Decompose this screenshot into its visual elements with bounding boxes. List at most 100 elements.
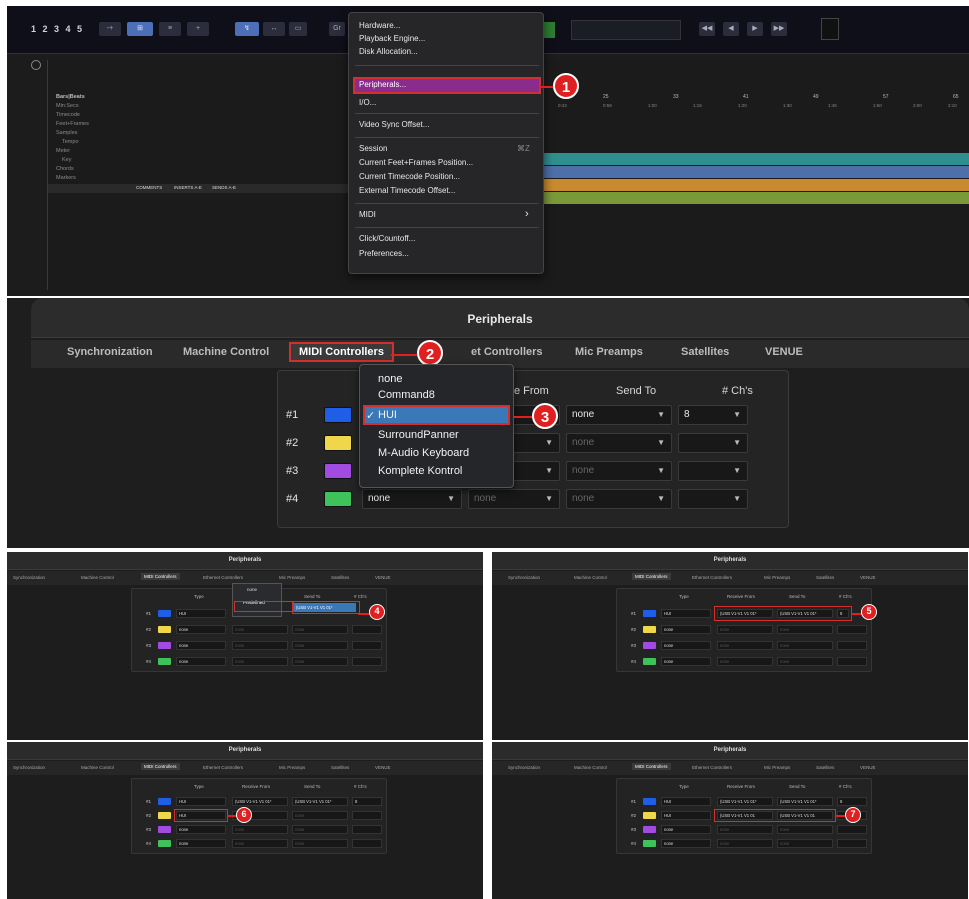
tab-machine-control[interactable]: Machine Control xyxy=(574,575,607,580)
record-indicator[interactable] xyxy=(31,60,41,70)
type-select[interactable]: HUI xyxy=(661,811,711,820)
receive-from-select[interactable]: none xyxy=(232,825,288,834)
menu-item-midi[interactable]: MIDI xyxy=(359,210,376,219)
fast-forward-button[interactable]: ▶▶ xyxy=(771,22,787,36)
send-to-select[interactable]: none xyxy=(292,641,348,650)
dropdown-item-none[interactable]: none xyxy=(378,373,402,385)
receive-from-select[interactable]: none xyxy=(717,657,773,666)
tool-button[interactable]: + xyxy=(187,22,209,36)
send-to-select[interactable]: none ▼ xyxy=(566,433,672,453)
channels-select[interactable] xyxy=(837,625,867,634)
rewind-button[interactable]: ◀◀ xyxy=(699,22,715,36)
grid-button[interactable]: Gr xyxy=(329,22,345,36)
pencil-tool-button[interactable]: ▭ xyxy=(289,22,307,36)
tab-synchronization[interactable]: Synchronization xyxy=(508,575,540,580)
channels-select[interactable]: 8 xyxy=(352,797,382,806)
receive-from-select[interactable]: none xyxy=(232,625,288,634)
receive-from-select[interactable]: none xyxy=(717,825,773,834)
tab-ethernet-controllers[interactable]: et Controllers xyxy=(471,346,543,358)
type-select[interactable]: none ▼ xyxy=(362,489,462,509)
menu-item-timecode-position[interactable]: Current Timecode Position... xyxy=(359,172,460,181)
menu-item-hardware[interactable]: Hardware... xyxy=(359,21,400,30)
menu-item-feet-frames[interactable]: Current Feet+Frames Position... xyxy=(359,158,473,167)
send-to-select[interactable]: none xyxy=(292,811,348,820)
dropdown-item-surroundpanner[interactable]: SurroundPanner xyxy=(378,429,459,441)
receive-from-select[interactable]: none xyxy=(717,625,773,634)
dropdown-item-none[interactable]: none xyxy=(247,587,257,592)
receive-from-select[interactable]: none ▼ xyxy=(468,489,560,509)
channels-select[interactable] xyxy=(837,641,867,650)
send-to-select[interactable]: none xyxy=(777,825,833,834)
menu-item-playback-engine[interactable]: Playback Engine... xyxy=(359,34,425,43)
tab-mic-preamps[interactable]: Mic Preamps xyxy=(279,575,305,580)
send-to-select[interactable]: (USB V1-V1 V1 01* xyxy=(292,797,348,806)
channels-select[interactable] xyxy=(352,657,382,666)
send-to-select[interactable]: none xyxy=(292,839,348,848)
channels-select[interactable]: 8 xyxy=(837,797,867,806)
tab-ethernet-controllers[interactable]: Ethernet Controllers xyxy=(692,575,732,580)
type-select[interactable]: none xyxy=(661,625,711,634)
tab-midi-controllers[interactable]: MIDI Controllers xyxy=(141,763,180,770)
tab-synchronization[interactable]: Synchronization xyxy=(13,575,45,580)
tab-venue[interactable]: VENUE xyxy=(765,346,803,358)
tab-satellites[interactable]: Satellites xyxy=(816,575,834,580)
receive-from-select[interactable]: none xyxy=(717,641,773,650)
comments-column[interactable]: COMMENTS xyxy=(136,185,162,190)
send-to-select[interactable]: none ▼ xyxy=(566,461,672,481)
channels-select[interactable] xyxy=(837,839,867,848)
type-select[interactable]: none xyxy=(176,657,226,666)
receive-from-select[interactable]: (USB V1-V1 V1 01* xyxy=(232,797,288,806)
menu-item-disk-allocation[interactable]: Disk Allocation... xyxy=(359,47,418,56)
type-select[interactable]: HUI xyxy=(661,797,711,806)
tab-midi-controllers[interactable]: MIDI Controllers xyxy=(632,573,671,580)
dropdown-item-hui[interactable]: HUI xyxy=(378,409,397,421)
channels-select[interactable]: 8 ▼ xyxy=(678,405,748,425)
tab-ethernet-controllers[interactable]: Ethernet Controllers xyxy=(203,575,243,580)
tab-synchronization[interactable]: Synchronization xyxy=(13,765,45,770)
send-to-select[interactable]: none xyxy=(292,825,348,834)
type-select[interactable]: none xyxy=(661,641,711,650)
menu-item-io[interactable]: I/O... xyxy=(359,98,376,107)
menu-item-external-timecode[interactable]: External Timecode Offset... xyxy=(359,186,455,195)
send-to-select[interactable]: none xyxy=(777,657,833,666)
type-select[interactable]: none xyxy=(176,625,226,634)
tab-venue[interactable]: VENUE xyxy=(375,765,391,770)
type-select[interactable]: none xyxy=(661,657,711,666)
grab-tool-button[interactable]: ↔ xyxy=(263,22,285,36)
channels-select[interactable] xyxy=(837,657,867,666)
type-select[interactable]: none xyxy=(176,825,226,834)
type-select[interactable]: none xyxy=(176,641,226,650)
send-to-select[interactable]: (USB V1-V1 V1 01* xyxy=(777,797,833,806)
tab-venue[interactable]: VENUE xyxy=(860,765,876,770)
inserts-column[interactable]: INSERTS A-E xyxy=(174,185,202,190)
channels-select[interactable] xyxy=(352,641,382,650)
back-button[interactable]: ◀ xyxy=(723,22,739,36)
send-to-select[interactable]: none xyxy=(777,625,833,634)
dropdown-item-m-audio-keyboard[interactable]: M-Audio Keyboard xyxy=(378,447,469,459)
type-select[interactable]: HUI xyxy=(661,609,711,618)
channels-select[interactable]: ▼ xyxy=(678,461,748,481)
receive-from-select[interactable]: none xyxy=(232,839,288,848)
tab-satellites[interactable]: Satellites xyxy=(331,575,349,580)
tab-venue[interactable]: VENUE xyxy=(860,575,876,580)
type-select[interactable]: none xyxy=(661,825,711,834)
tab-machine-control[interactable]: Machine Control xyxy=(183,346,269,358)
tab-midi-controllers[interactable]: MIDI Controllers xyxy=(289,342,394,362)
menu-item-peripherals[interactable]: Peripherals... xyxy=(359,80,406,89)
send-to-select[interactable]: none xyxy=(777,839,833,848)
tab-satellites[interactable]: Satellites xyxy=(816,765,834,770)
menu-item-session[interactable]: Session xyxy=(359,144,387,153)
tool-button-active[interactable]: ⊞ xyxy=(127,22,153,36)
tab-satellites[interactable]: Satellites xyxy=(331,765,349,770)
tab-mic-preamps[interactable]: Mic Preamps xyxy=(764,765,790,770)
receive-from-select[interactable]: none xyxy=(232,641,288,650)
tab-machine-control[interactable]: Machine Control xyxy=(574,765,607,770)
tool-button[interactable]: ≡ xyxy=(159,22,181,36)
send-to-select[interactable]: none xyxy=(777,641,833,650)
send-to-select[interactable]: none xyxy=(292,625,348,634)
tab-mic-preamps[interactable]: Mic Preamps xyxy=(764,575,790,580)
channels-select[interactable] xyxy=(352,839,382,848)
send-to-select[interactable]: none xyxy=(292,657,348,666)
receive-from-select[interactable]: none xyxy=(232,657,288,666)
channels-select[interactable] xyxy=(352,811,382,820)
